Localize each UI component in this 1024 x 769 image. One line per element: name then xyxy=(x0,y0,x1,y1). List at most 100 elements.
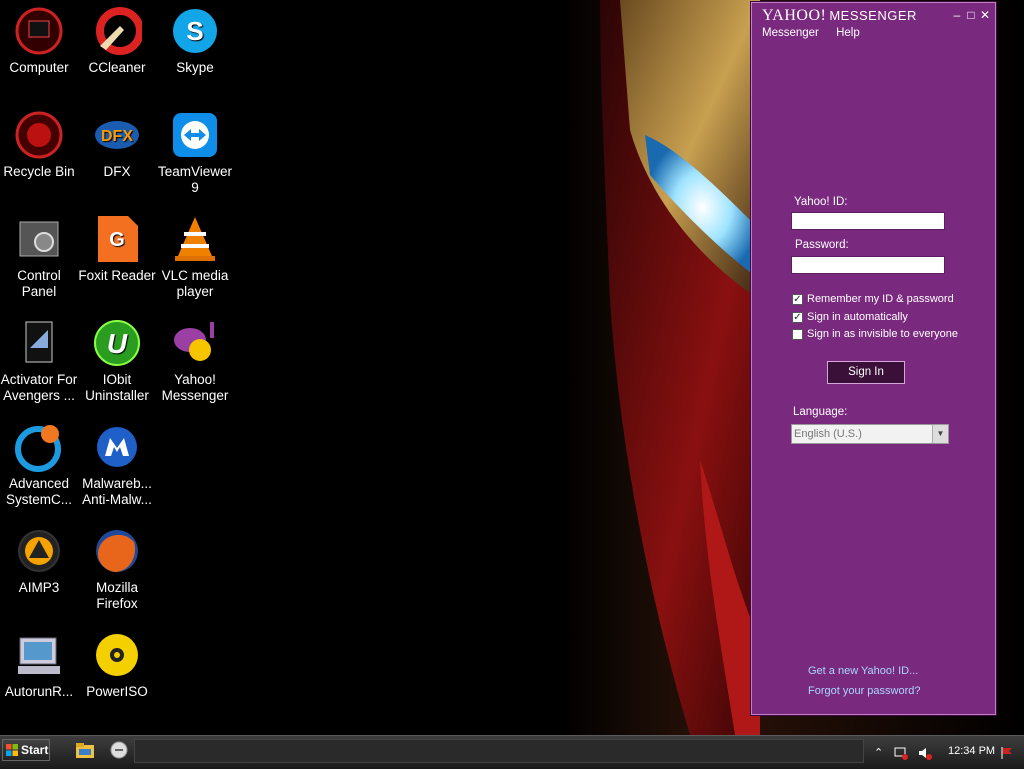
desktop-icon-dfx[interactable]: DFX DFX xyxy=(78,104,156,180)
desktop-icon-foxit-reader[interactable]: G Foxit Reader xyxy=(78,208,156,284)
menu-bar: Messenger Help xyxy=(762,27,874,39)
yahoo-messenger-icon xyxy=(170,318,220,368)
yahoo-id-label: Yahoo! ID: xyxy=(794,196,848,208)
desktop-icon-label: Computer xyxy=(9,60,69,75)
svg-text:U: U xyxy=(107,328,128,359)
desktop-icon-label: PowerISO xyxy=(86,684,148,699)
get-new-id-link[interactable]: Get a new Yahoo! ID... xyxy=(808,665,918,677)
action-center-flag-icon[interactable] xyxy=(1000,746,1014,760)
network-icon[interactable] xyxy=(894,746,908,760)
desktop-icon-ccleaner[interactable]: CCleaner xyxy=(78,0,156,76)
checkbox-checked-icon: ✓ xyxy=(792,293,803,305)
malwarebytes-icon xyxy=(92,422,142,472)
recycle-bin-icon xyxy=(14,110,64,160)
desktop-icon-label: AutorunR... xyxy=(4,684,74,699)
vlc-icon xyxy=(170,214,220,264)
language-label: Language: xyxy=(793,406,848,418)
desktop-icon-label: VLC media player xyxy=(161,268,229,299)
checkbox-unchecked-icon xyxy=(792,328,803,340)
advanced-systemcare-icon xyxy=(14,422,64,472)
desktop-icon-skype[interactable]: S Skype xyxy=(156,0,234,76)
sign-in-button[interactable]: Sign In xyxy=(827,361,905,384)
yahoo-messenger-window: YAHOO! MESSENGER – □ ✕ Messenger Help Yah… xyxy=(751,2,996,715)
desktop-icon-control-panel[interactable]: Control Panel xyxy=(0,208,78,300)
desktop-icon-label: Activator For Avengers ... xyxy=(0,372,78,403)
desktop-icon-label: TeamViewer 9 xyxy=(157,164,233,195)
firefox-icon xyxy=(92,526,142,576)
computer-icon xyxy=(14,6,64,56)
invisible-checkbox-label: Sign in as invisible to everyone xyxy=(807,328,959,340)
desktop-icon-label: Malwareb... Anti-Malw... xyxy=(82,476,152,507)
show-hidden-icons-icon[interactable]: ⌃ xyxy=(874,746,888,760)
taskbar-task-area xyxy=(134,739,864,763)
windows-logo-icon xyxy=(6,744,18,756)
title-brand: YAHOO! xyxy=(762,7,827,24)
svg-text:DFX: DFX xyxy=(101,128,133,145)
desktop-icon-label: IObit Uninstaller xyxy=(85,372,149,403)
iobit-icon: U xyxy=(92,318,142,368)
desktop-icon-label: Control Panel xyxy=(17,268,61,299)
file-explorer-icon[interactable] xyxy=(74,739,96,761)
minimize-icon[interactable]: – xyxy=(951,8,963,22)
system-tray: ⌃ xyxy=(870,739,1022,763)
password-label: Password: xyxy=(795,239,849,251)
desktop-icon-poweriso[interactable]: PowerISO xyxy=(78,624,156,700)
language-select[interactable]: English (U.S.) ▼ xyxy=(791,424,949,444)
desktop-icon-firefox[interactable]: Mozilla Firefox xyxy=(78,520,156,612)
volume-muted-icon[interactable] xyxy=(918,746,932,760)
remember-checkbox[interactable]: ✓ Remember my ID & password xyxy=(792,293,954,305)
chevron-down-icon[interactable]: ▼ xyxy=(932,425,948,443)
language-value: English (U.S.) xyxy=(794,428,862,440)
forgot-password-link[interactable]: Forgot your password? xyxy=(808,685,921,697)
desktop-icon-label: Recycle Bin xyxy=(3,164,75,179)
auto-signin-checkbox[interactable]: ✓ Sign in automatically xyxy=(792,311,908,323)
teamviewer-icon xyxy=(170,110,220,160)
dfx-icon: DFX xyxy=(92,110,142,160)
yahoo-id-input[interactable] xyxy=(791,212,945,230)
desktop-icon-malwarebytes[interactable]: Malwareb... Anti-Malw... xyxy=(78,416,156,508)
window-title: YAHOO! MESSENGER xyxy=(762,7,917,25)
desktop-icon-activator[interactable]: Activator For Avengers ... xyxy=(0,312,78,404)
ccleaner-icon xyxy=(92,6,144,56)
desktop-icon-aimp[interactable]: AIMP3 xyxy=(0,520,78,596)
desktop-icon-vlc[interactable]: VLC media player xyxy=(156,208,234,300)
desktop-icon-label: Advanced SystemC... xyxy=(5,476,72,507)
foxit-reader-icon: G xyxy=(92,214,142,264)
svg-text:G: G xyxy=(109,229,125,251)
skype-icon: S xyxy=(170,6,220,56)
password-input[interactable] xyxy=(791,256,945,274)
svg-text:S: S xyxy=(186,16,203,46)
desktop-icon-autorun[interactable]: AutorunR... xyxy=(0,624,78,700)
autorun-icon xyxy=(14,630,64,680)
desktop-icon-advanced-systemcare[interactable]: Advanced SystemC... xyxy=(0,416,78,508)
desktop-icon-label: AIMP3 xyxy=(18,580,60,595)
menu-help[interactable]: Help xyxy=(836,27,860,39)
desktop-icon-computer[interactable]: Computer xyxy=(0,0,78,76)
checkbox-checked-icon: ✓ xyxy=(792,311,803,323)
desktop-icon-label: CCleaner xyxy=(88,60,146,75)
invisible-checkbox[interactable]: Sign in as invisible to everyone xyxy=(792,328,958,340)
desktop-icon-label: Mozilla Firefox xyxy=(95,580,138,611)
control-panel-icon xyxy=(14,214,64,264)
desktop-icon-recycle-bin[interactable]: Recycle Bin xyxy=(0,104,78,180)
menu-messenger[interactable]: Messenger xyxy=(762,27,819,39)
desktop-icon-label: DFX xyxy=(103,164,131,179)
close-icon[interactable]: ✕ xyxy=(979,8,991,22)
title-suffix: MESSENGER xyxy=(829,8,917,23)
taskbar: Start ⌃ 12:34 PM xyxy=(0,735,1024,769)
clock[interactable]: 12:34 PM xyxy=(948,745,995,757)
poweriso-icon xyxy=(92,630,142,680)
aimp-icon xyxy=(14,526,64,576)
media-player-icon[interactable] xyxy=(108,739,130,761)
desktop-icon-label: Foxit Reader xyxy=(78,268,156,283)
remember-checkbox-label: Remember my ID & password xyxy=(807,293,954,305)
desktop-icon-yahoo-messenger[interactable]: Yahoo! Messenger xyxy=(156,312,234,404)
desktop-icon-label: Skype xyxy=(176,60,214,75)
desktop-icon-iobit[interactable]: U IObit Uninstaller xyxy=(78,312,156,404)
desktop-icon-teamviewer[interactable]: TeamViewer 9 xyxy=(156,104,234,196)
maximize-icon[interactable]: □ xyxy=(965,8,977,22)
start-label: Start xyxy=(21,743,49,757)
start-button[interactable]: Start xyxy=(2,739,50,761)
activator-icon xyxy=(14,318,64,368)
desktop-icon-label: Yahoo! Messenger xyxy=(161,372,229,403)
